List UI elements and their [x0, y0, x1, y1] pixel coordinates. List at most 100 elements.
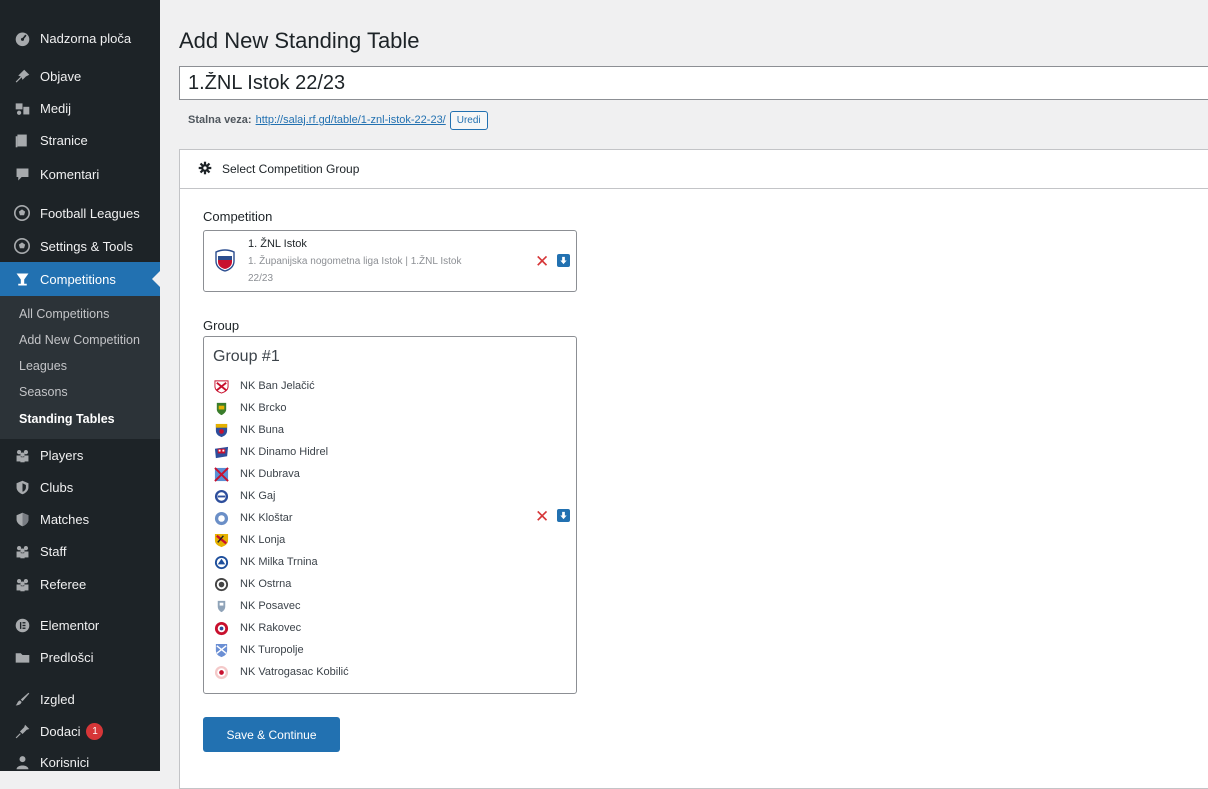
sidebar-item-pages[interactable]: Stranice	[0, 123, 160, 157]
team-name: NK Posavec	[240, 600, 301, 612]
team-name: NK Kloštar	[240, 512, 293, 524]
brush-icon	[12, 689, 32, 709]
team-name: NK Milka Trnina	[240, 556, 318, 568]
club-crest-icon	[214, 401, 229, 416]
remove-competition-button[interactable]: ✕	[535, 253, 549, 270]
club-crest-icon	[214, 577, 229, 592]
sidebar-item-staff[interactable]: Staff	[0, 534, 160, 568]
competition-group-panel: Select Competition Group Competition 1. …	[179, 149, 1208, 789]
team-item: NK Vatrogasac Kobilić	[214, 662, 349, 682]
competition-logo-icon	[214, 248, 236, 272]
sidebar-item-label: Medij	[40, 100, 72, 116]
panel-header: Select Competition Group	[180, 150, 1208, 189]
groups-icon	[12, 445, 32, 465]
sidebar-item-players[interactable]: Players	[0, 438, 160, 472]
admin-sidebar: Nadzorna ploča Objave Medij Stranice Kom…	[0, 0, 160, 771]
submenu-seasons[interactable]: Seasons	[19, 385, 68, 399]
sidebar-item-label: Izgled	[40, 691, 75, 707]
shield-icon	[12, 477, 32, 497]
save-continue-button[interactable]: Save & Continue	[203, 717, 340, 752]
comment-icon	[12, 164, 32, 184]
shield-half-icon	[12, 509, 32, 529]
sidebar-item-label: Dodaci	[40, 723, 81, 739]
page-title: Add New Standing Table	[179, 28, 420, 53]
remove-group-button[interactable]: ✕	[535, 508, 549, 525]
sidebar-item-label: Nadzorna ploča	[40, 30, 132, 46]
team-item: NK Dubrava	[214, 464, 300, 484]
pages-icon	[12, 130, 32, 150]
sidebar-item-referee[interactable]: Referee	[0, 567, 160, 601]
dashboard-icon	[12, 28, 32, 48]
competition-name: 1. ŽNL Istok	[248, 238, 307, 250]
group-title: Group #1	[213, 348, 280, 365]
club-crest-icon	[214, 379, 229, 394]
club-crest-icon	[214, 599, 229, 614]
submenu-all-competitions[interactable]: All Competitions	[19, 307, 109, 321]
team-name: NK Brcko	[240, 402, 287, 414]
team-item: NK Dinamo Hidrel	[214, 442, 328, 462]
submenu-add-new-competition[interactable]: Add New Competition	[19, 333, 140, 347]
team-item: NK Milka Trnina	[214, 552, 318, 572]
football-icon	[12, 203, 32, 223]
competition-description: 1. Županijska nogometna liga Istok | 1.Ž…	[248, 256, 462, 284]
panel-title: Select Competition Group	[222, 162, 360, 176]
team-name: NK Ban Jelačić	[240, 380, 315, 392]
club-crest-icon	[214, 665, 229, 680]
select-competition-icon[interactable]	[557, 254, 570, 267]
competition-label: Competition	[203, 209, 273, 224]
club-crest-icon	[214, 555, 229, 570]
club-crest-icon	[214, 489, 229, 504]
team-name: NK Dubrava	[240, 468, 300, 480]
sidebar-item-label: Staff	[40, 543, 67, 559]
sidebar-item-clubs[interactable]: Clubs	[0, 470, 160, 504]
elementor-icon	[12, 615, 32, 635]
select-group-icon[interactable]	[557, 509, 570, 522]
title-input[interactable]	[179, 66, 1208, 100]
sidebar-item-settings-tools[interactable]: Settings & Tools	[0, 229, 160, 263]
sidebar-item-label: Komentari	[40, 166, 100, 182]
club-crest-icon	[214, 621, 229, 636]
team-name: NK Turopolje	[240, 644, 304, 656]
groups-icon	[12, 541, 32, 561]
team-name: NK Gaj	[240, 490, 276, 502]
sidebar-item-football-leagues[interactable]: Football Leagues	[0, 196, 160, 230]
permalink-link[interactable]: http://salaj.rf.gd/table/1-znl-istok-22-…	[256, 114, 446, 126]
club-crest-icon	[214, 466, 229, 482]
submenu-leagues[interactable]: Leagues	[19, 359, 67, 373]
sidebar-item-label: Objave	[40, 68, 82, 84]
team-item: NK Ostrna	[214, 574, 291, 594]
team-name: NK Ostrna	[240, 578, 292, 590]
sidebar-item-comments[interactable]: Komentari	[0, 157, 160, 191]
group-select[interactable]: Group #1 NK Ban Jelačić NK Brcko NK Buna…	[203, 336, 577, 694]
team-name: NK Vatrogasac Kobilić	[240, 666, 349, 678]
submenu-standing-tables[interactable]: Standing Tables	[19, 412, 115, 426]
sidebar-item-label: Stranice	[40, 132, 88, 148]
sidebar-item-appearance[interactable]: Izgled	[0, 682, 160, 716]
team-item: NK Turopolje	[214, 640, 304, 660]
team-item: NK Brcko	[214, 398, 286, 418]
sidebar-item-templates[interactable]: Predlošci	[0, 640, 160, 674]
sidebar-item-competitions[interactable]: Competitions	[0, 262, 160, 296]
sidebar-item-matches[interactable]: Matches	[0, 502, 160, 536]
sidebar-item-label: Korisnici	[40, 754, 90, 770]
club-crest-icon	[214, 423, 229, 438]
team-item: NK Ban Jelačić	[214, 376, 315, 396]
edit-permalink-button[interactable]: Uredi	[449, 110, 488, 130]
sidebar-item-users[interactable]: Korisnici	[0, 745, 160, 779]
sidebar-item-plugins[interactable]: Dodaci 1	[0, 714, 160, 748]
team-item: NK Posavec	[214, 596, 301, 616]
sidebar-item-dashboard[interactable]: Nadzorna ploča	[0, 21, 160, 55]
sidebar-item-media[interactable]: Medij	[0, 91, 160, 125]
sidebar-item-label: Predlošci	[40, 649, 94, 665]
competition-select[interactable]: 1. ŽNL Istok 1. Županijska nogometna lig…	[203, 230, 577, 292]
sidebar-item-label: Players	[40, 447, 84, 463]
team-name: NK Dinamo Hidrel	[240, 446, 329, 458]
sidebar-item-elementor[interactable]: Elementor	[0, 608, 160, 642]
club-crest-icon	[214, 533, 229, 548]
sidebar-item-posts[interactable]: Objave	[0, 59, 160, 93]
team-item: NK Kloštar	[214, 508, 293, 528]
team-item: NK Rakovec	[214, 618, 301, 638]
club-crest-icon	[214, 445, 229, 460]
team-name: NK Lonja	[240, 534, 286, 546]
user-icon	[12, 752, 32, 772]
